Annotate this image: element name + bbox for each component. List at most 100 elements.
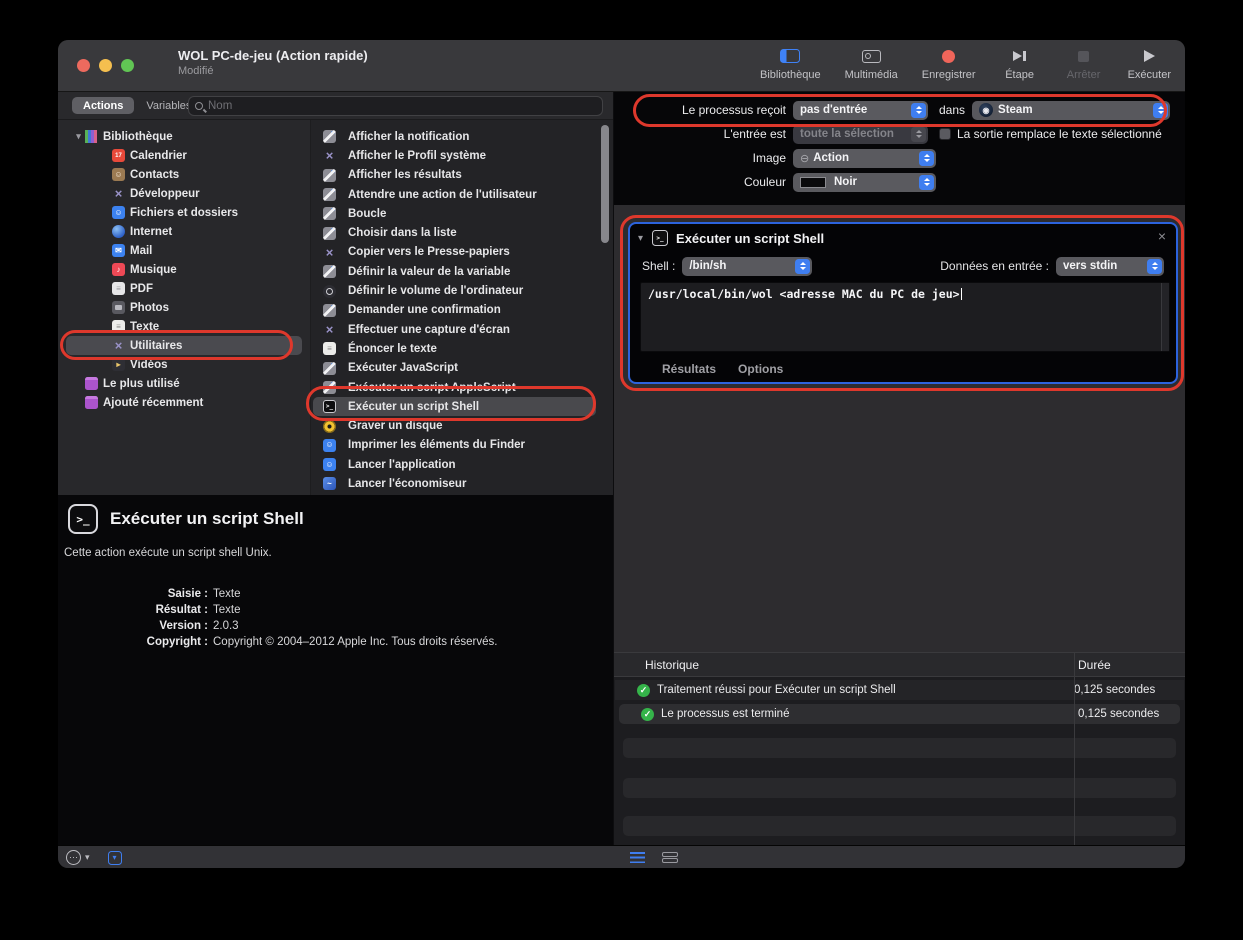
toolbar-button-multimédia[interactable]: Multimédia [845,44,898,81]
history-header: Historique Durée [614,652,1185,677]
sidebar-item-le-plus-utilis-[interactable]: Le plus utilisé [66,374,302,393]
history-title: Historique [645,658,699,672]
toolbar-button-exécuter[interactable]: Exécuter [1128,44,1171,81]
globe-icon [112,225,125,238]
close-window-button[interactable] [77,59,90,72]
input-type-dropdown[interactable]: pas d'entrée [793,101,928,120]
history-row[interactable]: ✓ Le processus est terminé 0,125 seconde… [619,704,1180,724]
toolbar-button-étape[interactable]: Étape [1000,44,1040,81]
variables-toggle-icon[interactable]: ▾ [108,851,122,865]
terminal-icon: >_ [323,400,336,413]
shell-label: Shell : [642,259,675,273]
minimize-window-button[interactable] [99,59,112,72]
panel-view-icon[interactable] [662,852,678,864]
app-dropdown[interactable]: ◉ Steam [972,101,1170,120]
window-title-block: WOL PC-de-jeu (Action rapide) Modifié [178,48,368,77]
stepper-icon [1153,103,1168,118]
toolbar-button-arrêter[interactable]: Arrêter [1064,44,1104,81]
options-link[interactable]: Options [738,362,783,376]
sidebar-item-ajout-r-cemment[interactable]: Ajouté récemment [66,393,302,412]
sidebar-item-biblioth-que[interactable]: ▾ Bibliothèque [66,127,302,146]
replace-text-label: La sortie remplace le texte sélectionné [957,127,1162,141]
sidebar-item-musique[interactable]: ♪ Musique [66,260,302,279]
sidebar-item-utilitaires[interactable]: × Utilitaires [66,336,302,355]
action-item-ex-cuter-un-script-shell[interactable]: >_ Exécuter un script Shell [313,397,596,416]
sidebar-item-mail[interactable]: ✉ Mail [66,241,302,260]
volume-icon [323,285,336,298]
chevron-down-icon[interactable]: ▾ [85,852,90,863]
toolbar-button-enregistrer[interactable]: Enregistrer [922,44,976,81]
action-item-copier-vers-le-presse-papiers[interactable]: × Copier vers le Presse-papiers [313,243,596,262]
finder-icon: ☺ [323,439,336,452]
stepper-icon [919,175,934,190]
automator-icon [323,265,336,278]
action-item-d-finir-la-valeur-de-la-variable[interactable]: Définir la valeur de la variable [313,262,596,281]
action-item-effectuer-une-capture-d-cran[interactable]: × Effectuer une capture d'écran [313,320,596,339]
action-item-afficher-les-r-sultats[interactable]: Afficher les résultats [313,166,596,185]
sidebar-item-pdf[interactable]: ≡ PDF [66,279,302,298]
tab-variables[interactable]: Variables [146,100,191,112]
image-row: Image ⊖ Action [614,148,1185,168]
automator-icon [323,304,336,317]
toolbar: Bibliothèque Multimédia Enregistrer Étap… [760,44,1171,90]
actions-list-scrollbar[interactable] [601,125,609,243]
check-icon: ✓ [637,684,650,697]
title-bar[interactable]: WOL PC-de-jeu (Action rapide) Modifié Bi… [58,40,1185,92]
action-item-attendre-une-action-de-l-utilisateur[interactable]: Attendre une action de l'utilisateur [313,185,596,204]
sidebar-item-contacts[interactable]: ☺ Contacts [66,165,302,184]
color-dropdown[interactable]: Noir [793,173,936,192]
action-item-ex-cuter-un-script-applescript[interactable]: Exécuter un script AppleScript [313,378,596,397]
music-icon: ♪ [112,263,125,276]
action-item-imprimer-les-l-ments-du-finder[interactable]: ☺ Imprimer les éléments du Finder [313,436,596,455]
action-item--noncer-le-texte[interactable]: ≡ Énoncer le texte [313,339,596,358]
action-item-demander-une-confirmation[interactable]: Demander une confirmation [313,301,596,320]
zoom-window-button[interactable] [121,59,134,72]
dans-label: dans [939,103,965,117]
color-swatch [800,177,826,188]
tab-actions[interactable]: Actions [72,97,134,114]
action-item-lancer-l-application[interactable]: ☺ Lancer l'application [313,455,596,474]
toolbar-button-bibliothèque[interactable]: Bibliothèque [760,44,821,81]
sidebar-item-calendrier[interactable]: 17 Calendrier [66,146,302,165]
sidebar-item-photos[interactable]: Photos [66,298,302,317]
image-dropdown[interactable]: ⊖ Action [793,149,936,168]
action-item-afficher-le-profil-syst-me[interactable]: × Afficher le Profil système [313,146,596,165]
close-action-icon[interactable]: × [1158,228,1166,244]
script-editor[interactable]: /usr/local/bin/wol <adresse MAC du PC de… [640,282,1170,352]
action-block-header[interactable]: ▾ >_ Exécuter un script Shell × [630,224,1176,252]
replace-text-checkbox[interactable] [939,128,951,140]
window-title: WOL PC-de-jeu (Action rapide) [178,48,368,63]
automator-icon [323,130,336,143]
shell-dropdown[interactable]: /bin/sh [682,257,812,276]
sidebar-item-texte[interactable]: ≡ Texte [66,317,302,336]
search-field[interactable] [188,96,603,116]
sidebar-item-internet[interactable]: Internet [66,222,302,241]
action-item-graver-un-disque[interactable]: Graver un disque [313,416,596,435]
action-item-d-finir-le-volume-de-l-ordinateur[interactable]: Définir le volume de l'ordinateur [313,281,596,300]
description-row: Résultat : Texte [58,602,613,618]
results-link[interactable]: Résultats [662,362,716,376]
disclosure-chevron-icon[interactable]: ▾ [72,131,85,142]
calendar-icon: 17 [112,149,125,162]
finder-icon: ☺ [323,458,336,471]
description-title: Exécuter un script Shell [110,509,304,529]
shell-script-action-block[interactable]: ▾ >_ Exécuter un script Shell × Shell : … [628,222,1178,384]
automator-window: WOL PC-de-jeu (Action rapide) Modifié Bi… [58,40,1185,868]
action-item-boucle[interactable]: Boucle [313,204,596,223]
sidebar-item-vid-os[interactable]: ▸ Vidéos [66,355,302,374]
stdin-dropdown[interactable]: vers stdin [1056,257,1164,276]
sidebar-item-d-veloppeur[interactable]: × Développeur [66,184,302,203]
sidebar-item-fichiers-et-dossiers[interactable]: ☺ Fichiers et dossiers [66,203,302,222]
status-bar: ⋯ ▾ ▾ [58,845,1185,868]
action-item-ex-cuter-javascript[interactable]: Exécuter JavaScript [313,359,596,378]
action-item-choisir-dans-la-liste[interactable]: Choisir dans la liste [313,223,596,242]
more-actions-icon[interactable]: ⋯ [66,850,81,865]
stepper-icon [911,127,926,142]
search-input[interactable] [208,100,596,112]
history-row[interactable]: ✓ Traitement réussi pour Exécuter un scr… [615,680,1184,700]
action-item-afficher-la-notification[interactable]: Afficher la notification [313,127,596,146]
list-view-icon[interactable] [630,852,645,863]
action-item-lancer-l-conomiseur[interactable]: ~ Lancer l'économiseur [313,474,596,493]
collapse-chevron-icon[interactable]: ▾ [638,233,643,244]
history-panel: Historique Durée ✓ Traitement réussi pou… [614,652,1185,845]
